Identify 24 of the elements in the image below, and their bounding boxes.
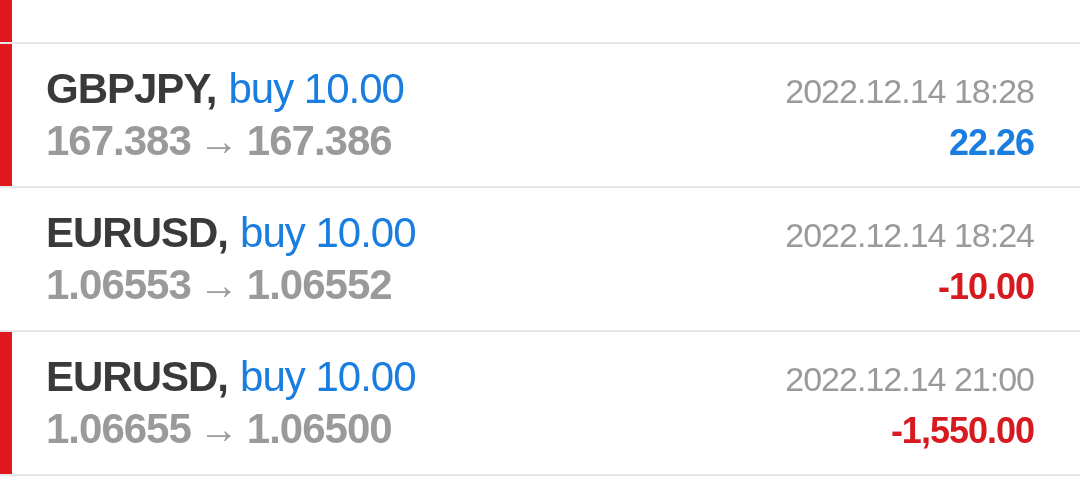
arrow-label: → [198, 265, 239, 305]
open-price: 1.06553 [46, 264, 191, 306]
open-price: 1.06655 [46, 408, 191, 450]
deal-row[interactable]: GBPJPY, buy 10.00 2022.12.14 18:28 167.383 → 167.386 22.26 [12, 44, 1080, 186]
close-price: 167.386 [246, 120, 392, 162]
close-price: 1.06552 [246, 264, 392, 306]
deal-type-label: buy 10.00 [240, 212, 416, 254]
deal-type-label: buy 10.00 [228, 68, 404, 110]
deal-row[interactable]: EURUSD, buy 10.00 2022.12.14 18:24 1.06553 → 1.06552 -10.00 [12, 188, 1080, 330]
deal-time: 2022.12.14 21:00 [785, 362, 1034, 396]
close-price: 1.06500 [246, 408, 392, 450]
deal-row[interactable]: EURUSD, buy 10.00 2022.12.14 21:00 1.06655 → 1.06500 -1,550.00 [12, 332, 1080, 474]
symbol-label: EURUSD, [46, 212, 229, 254]
symbol-label: EURUSD, [46, 356, 229, 398]
profit-amount: -1,550.00 [890, 413, 1034, 449]
profit-amount: 22.26 [948, 125, 1034, 161]
open-price: 167.383 [46, 120, 191, 162]
deal-type-label: buy 10.00 [240, 356, 416, 398]
deal-time: 2022.12.14 18:24 [785, 218, 1034, 252]
arrow-label: → [198, 409, 239, 449]
deal-time: 2022.12.14 18:28 [785, 74, 1034, 108]
arrow-label: → [198, 121, 239, 161]
profit-amount: -10.00 [937, 269, 1034, 305]
symbol-label: GBPJPY, [46, 68, 217, 110]
